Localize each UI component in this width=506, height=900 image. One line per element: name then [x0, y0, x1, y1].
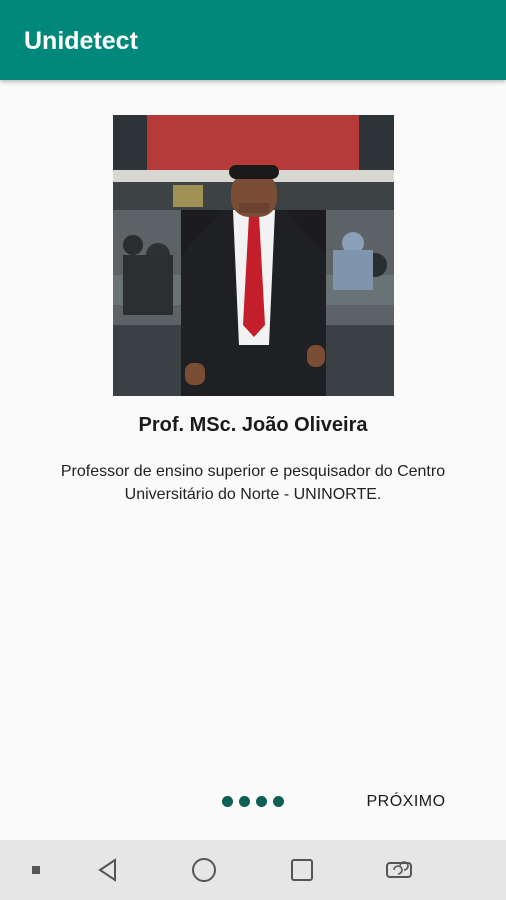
next-button[interactable]: PRÓXIMO — [348, 784, 464, 820]
page-dot-3[interactable] — [256, 796, 267, 807]
app-bar: Unidetect — [0, 0, 506, 80]
person-name: Prof. MSc. João Oliveira — [138, 414, 368, 436]
recents-icon[interactable] — [284, 852, 320, 888]
profile-photo — [113, 115, 394, 396]
page-dot-4[interactable] — [273, 796, 284, 807]
page-dot-1[interactable] — [222, 796, 233, 807]
back-icon[interactable] — [90, 852, 126, 888]
page-dot-2[interactable] — [239, 796, 250, 807]
square-small-icon[interactable] — [18, 852, 54, 888]
app-title: Unidetect — [24, 27, 138, 55]
person-description: Professor de ensino superior e pesquisad… — [60, 463, 446, 503]
home-icon[interactable] — [186, 852, 222, 888]
page-indicator — [222, 796, 284, 808]
system-nav-bar — [0, 840, 506, 900]
app-screen: Unidetect Prof. MSc. João Oliveira Profe… — [0, 0, 506, 900]
rotate-icon[interactable] — [381, 852, 417, 888]
